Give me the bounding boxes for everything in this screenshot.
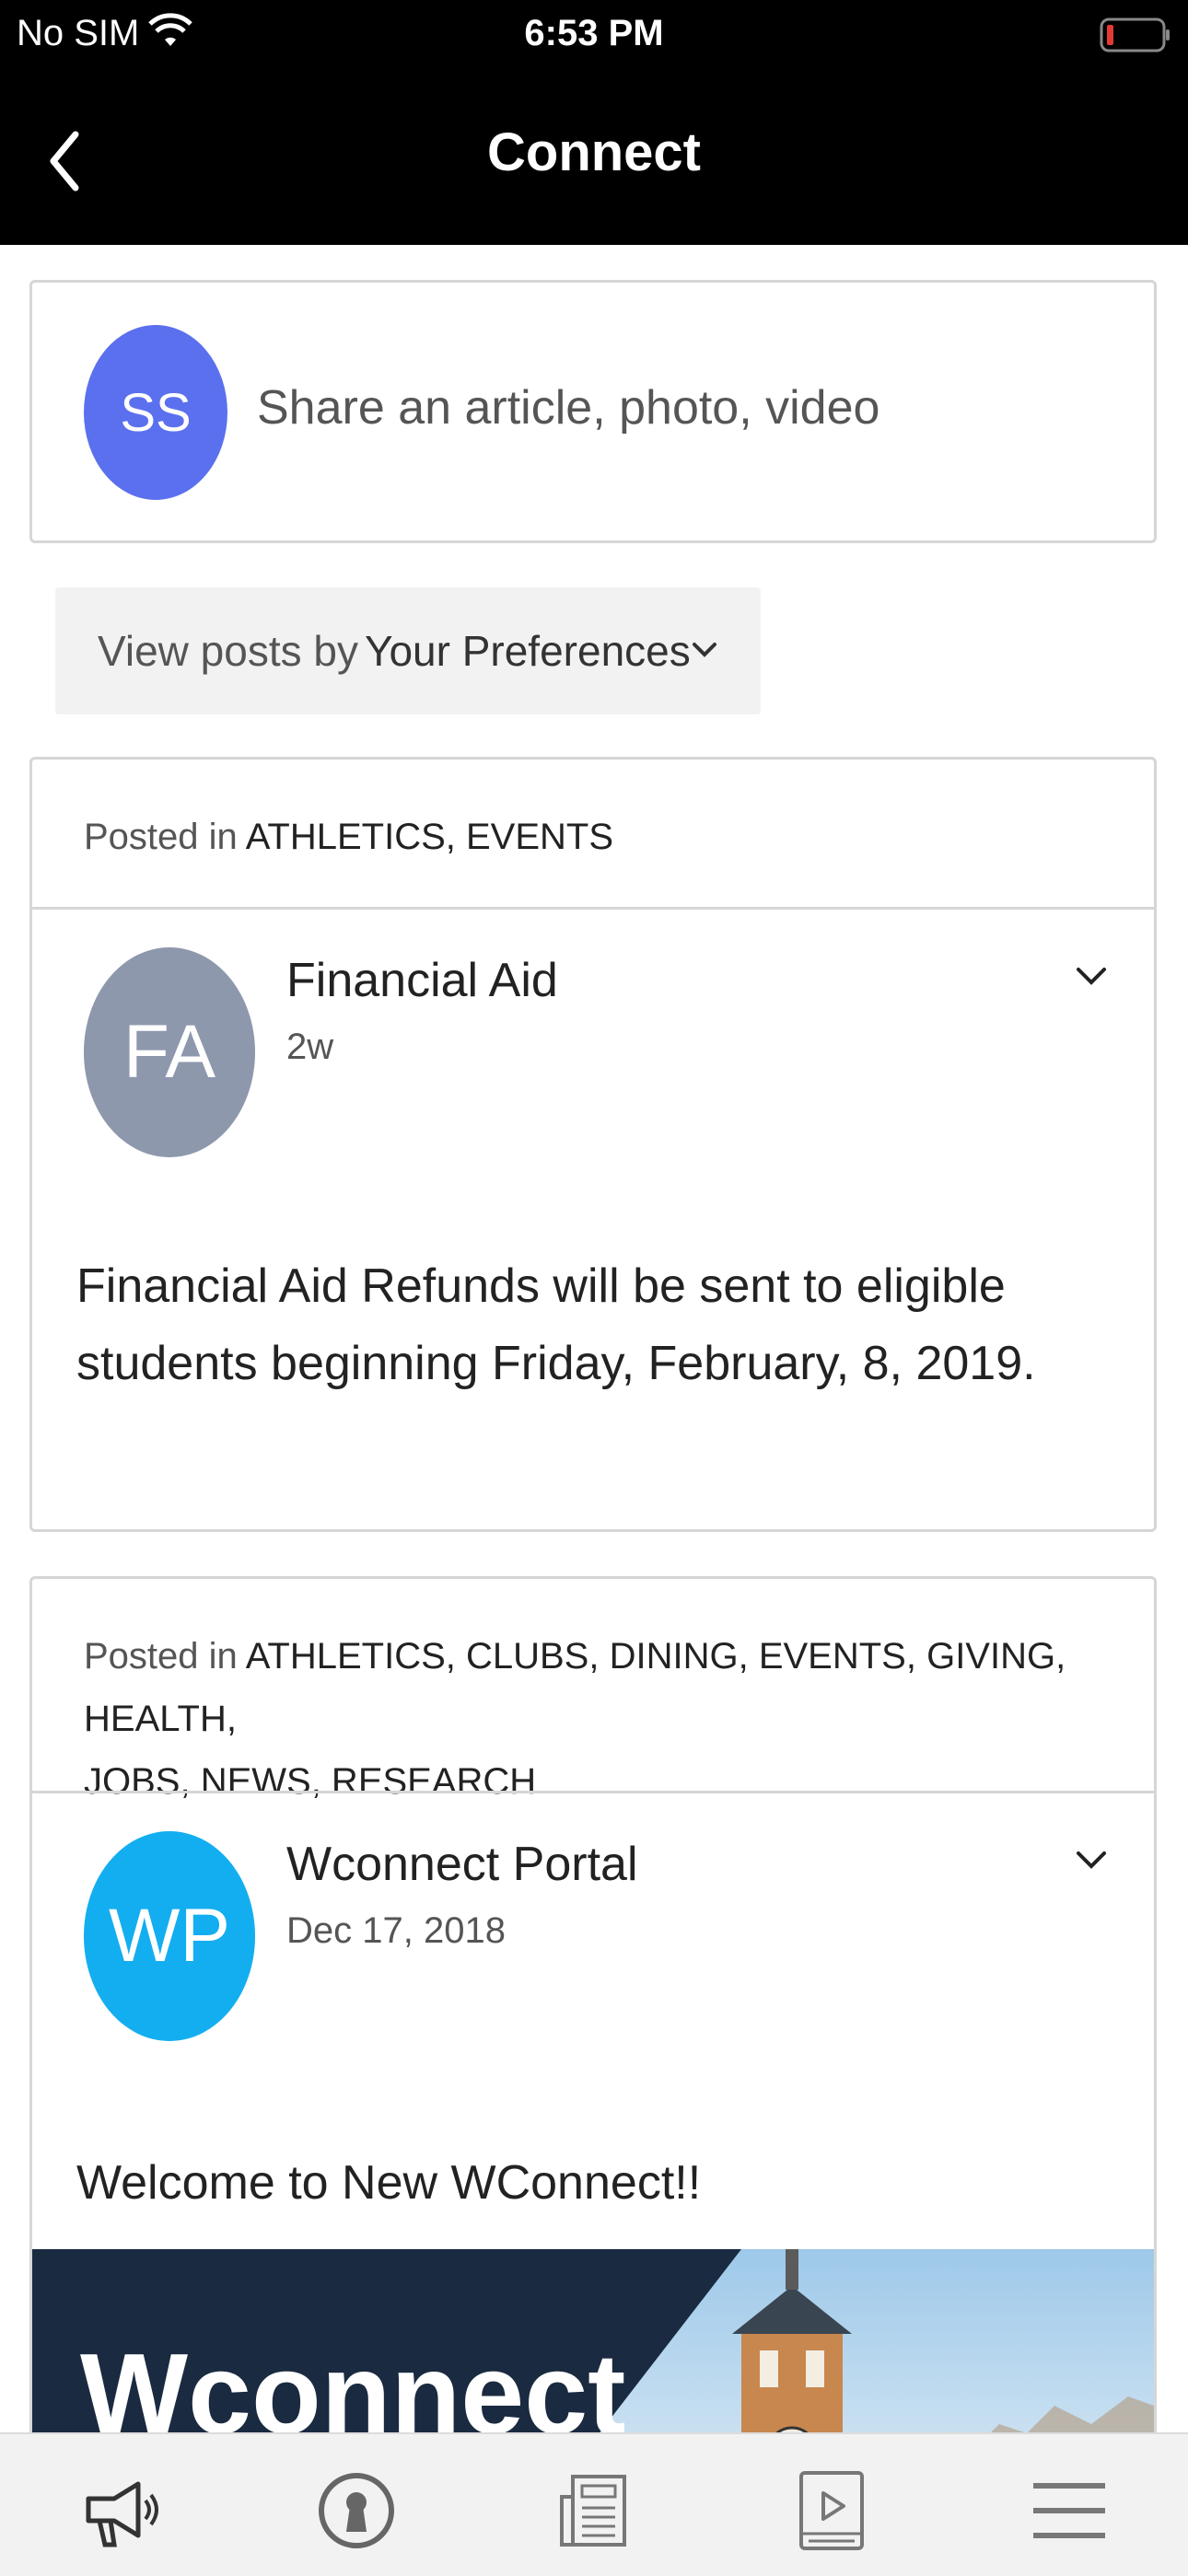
keyhole-icon[interactable]: [315, 2469, 398, 2552]
chevron-down-icon[interactable]: [1075, 1850, 1108, 1872]
menu-icon[interactable]: [1028, 2469, 1111, 2552]
avatar-initials: WP: [108, 1894, 231, 1978]
divider: [32, 907, 1154, 910]
chevron-down-icon[interactable]: [1075, 966, 1108, 988]
battery-low-icon: [1100, 17, 1170, 52]
avatar[interactable]: WP: [84, 1831, 255, 2041]
post-body: Welcome to New WConnect!!: [76, 2156, 702, 2210]
avatar: SS: [84, 325, 227, 500]
post-card: Posted in ATHLETICS, CLUBS, DINING, EVEN…: [29, 1576, 1157, 2432]
post-categories[interactable]: JOBS, NEWS, RESEARCH: [84, 1750, 1154, 1813]
page-title: Connect: [487, 122, 701, 182]
banner-logo: Wconnect: [80, 2331, 625, 2432]
view-posts-filter[interactable]: View posts by Your Preferences: [55, 587, 761, 714]
video-icon[interactable]: [790, 2469, 873, 2552]
status-time: 6:53 PM: [524, 13, 664, 53]
wconnect-banner: Wconnect: [32, 2249, 1154, 2432]
posted-in: Posted in ATHLETICS, EVENTS: [84, 806, 613, 868]
post-body: Financial Aid Refunds will be sent to el…: [76, 1247, 1036, 1402]
post-categories[interactable]: ATHLETICS, EVENTS: [246, 817, 613, 857]
post-body-line: students beginning Friday, February, 8, …: [76, 1337, 1036, 1390]
feed[interactable]: SS Share an article, photo, video View p…: [0, 245, 1188, 2432]
avatar-initials: FA: [122, 1010, 216, 1094]
post-author[interactable]: Financial Aid: [286, 953, 558, 1008]
tab-bar: [0, 2432, 1188, 2576]
status-bar: No SIM 6:53 PM: [0, 0, 1188, 74]
post-time: Dec 17, 2018: [286, 1910, 506, 1951]
divider: [32, 1791, 1154, 1793]
avatar-initials: SS: [120, 382, 192, 443]
post-time: 2w: [286, 1027, 334, 1067]
post-composer[interactable]: SS Share an article, photo, video: [29, 280, 1157, 543]
composer-prompt[interactable]: Share an article, photo, video: [257, 380, 879, 435]
filter-label: View posts by: [98, 627, 358, 675]
filter-value[interactable]: Your Preferences: [365, 626, 691, 676]
post-image[interactable]: Wconnect: [32, 2249, 1154, 2432]
nav-bar: Connect: [0, 74, 1188, 245]
post-card: Posted in ATHLETICS, EVENTS FA Financial…: [29, 757, 1157, 1532]
posted-in: Posted in ATHLETICS, CLUBS, DINING, EVEN…: [84, 1625, 1154, 1813]
posted-in-label: Posted in: [84, 1636, 238, 1677]
posted-in-label: Posted in: [84, 817, 238, 857]
post-author[interactable]: Wconnect Portal: [286, 1837, 638, 1892]
post-body-line: Financial Aid Refunds will be sent to el…: [76, 1259, 1006, 1313]
newspaper-icon[interactable]: [553, 2469, 635, 2552]
chevron-down-icon[interactable]: [691, 641, 718, 659]
megaphone-icon[interactable]: [77, 2469, 160, 2552]
avatar[interactable]: FA: [84, 947, 255, 1157]
